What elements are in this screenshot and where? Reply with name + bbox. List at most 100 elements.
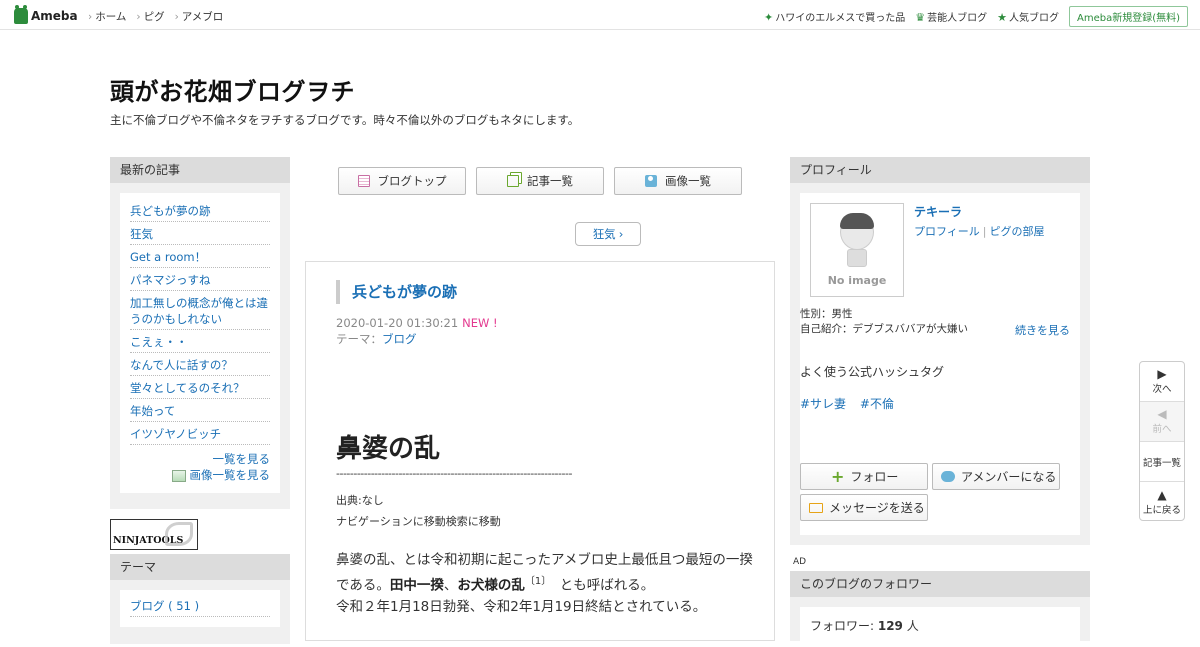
follow-button[interactable]: + フォロー — [800, 463, 928, 490]
top-bar: Ameba ホーム ピグ アメブロ ✦ハワイのエルメスで買った品 ♛芸能人ブログ… — [0, 0, 1200, 30]
article-link[interactable]: パネマジっすね — [130, 273, 211, 287]
next-article-button[interactable]: 狂気 › — [575, 222, 641, 246]
article: 兵どもが夢の跡 2020-01-20 01:30:21 NEW ! テーマ：ブログ… — [305, 261, 775, 641]
ameba-logo[interactable]: Ameba — [14, 5, 78, 25]
followers-unit: 人 — [902, 619, 919, 633]
article-link[interactable]: 狂気 — [130, 227, 153, 241]
article-list-icon — [507, 175, 519, 187]
followers-box: このブログのフォロワー フォロワー: 129 人 — [790, 571, 1090, 647]
list-item[interactable]: 狂気 — [130, 222, 270, 245]
hashtag-list: #サレ妻 #不倫 — [800, 395, 904, 412]
blog-description: 主に不倫ブログや不倫ネタをヲチするブログです。時々不倫以外のブログもネタにします… — [110, 113, 580, 127]
ameba-mascot-icon — [14, 5, 28, 24]
play-left-icon: ◀ — [1157, 407, 1167, 421]
list-item[interactable]: なんで人に話すの？ — [130, 353, 270, 376]
article-link[interactable]: 年始って — [130, 404, 175, 418]
see-images-link[interactable]: 画像一覧を見る — [190, 468, 271, 482]
see-all-link[interactable]: 一覧を見る — [213, 452, 271, 466]
list-item[interactable]: イツゾヤノビッチ — [130, 422, 270, 445]
read-more-link[interactable]: 続きを見る — [1015, 322, 1070, 338]
latest-articles-box: 最新の記事 兵どもが夢の跡 狂気 Get a room！ パネマジっすね 加工無… — [110, 157, 290, 509]
link-divider: | — [982, 225, 987, 238]
pigg-room-link[interactable]: ピグの部屋 — [990, 225, 1045, 238]
article-link[interactable]: なんで人に話すの？ — [130, 358, 233, 372]
link-celebrity-blog[interactable]: ♛ 芸能人ブログ — [915, 9, 987, 24]
prev-button[interactable]: ◀ 前へ — [1140, 402, 1184, 442]
article-meta: 2020-01-20 01:30:21 NEW ! テーマ：ブログ — [336, 315, 498, 347]
article-theme-link[interactable]: ブログ — [382, 332, 417, 346]
leaf-icon: ✦ — [764, 11, 774, 24]
list-item[interactable]: 兵どもが夢の跡 — [130, 199, 270, 222]
blog-top-button[interactable]: ブログトップ — [338, 167, 466, 195]
ninjatools-banner[interactable]: NINJATOOLS — [110, 519, 198, 550]
play-right-icon: ▶ — [1157, 367, 1167, 381]
latest-articles-heading: 最新の記事 — [110, 157, 290, 183]
article-source: 出典:なし — [336, 494, 384, 507]
theme-link[interactable]: ブログ ( 51 ) — [130, 599, 199, 613]
nav-home[interactable]: ホーム — [88, 9, 126, 24]
link-popular-blog-label: 人気ブログ — [1008, 13, 1059, 24]
profile-link[interactable]: プロフィール — [914, 225, 980, 238]
follow-label: フォロー — [850, 470, 899, 484]
avatar[interactable]: No image — [810, 203, 904, 297]
article-link[interactable]: 堂々としてるのそれ？ — [130, 381, 245, 395]
back-to-top-button[interactable]: ▲ 上に戻る — [1140, 482, 1184, 522]
article-separator: ----------------------------------------… — [336, 467, 572, 480]
nav-ameblo[interactable]: アメブロ — [175, 9, 223, 24]
link-popular-blog[interactable]: ★ 人気ブログ — [997, 9, 1059, 24]
blog-title[interactable]: 頭がお花畑ブログヲチ — [110, 72, 355, 107]
list-item[interactable]: 堂々としてるのそれ？ — [130, 376, 270, 399]
image-list-button[interactable]: 画像一覧 — [614, 167, 742, 195]
article-list-float-button[interactable]: 記事一覧 — [1140, 442, 1184, 482]
prev-label: 前へ — [1152, 424, 1172, 435]
body-text-4: 令和２年1月18日勃発、令和2年1月19日終結とされている。 — [336, 598, 707, 615]
list-item[interactable]: こえぇ・・ — [130, 330, 270, 353]
camera-icon — [645, 175, 657, 187]
article-list-label: 記事一覧 — [527, 174, 573, 188]
next-article-label: 狂気 — [592, 227, 616, 241]
list-item[interactable]: Get a room！ — [130, 245, 270, 268]
body-text-2: 、 — [443, 577, 458, 594]
register-button[interactable]: Ameba新規登録(無料) — [1068, 6, 1188, 27]
logo-text: Ameba — [31, 9, 78, 23]
profile-name[interactable]: テキーラ — [914, 203, 962, 220]
next-button[interactable]: ▶ 次へ — [1140, 362, 1184, 402]
article-body: 鼻婆の乱、とは令和初期に起こったアメブロ史上最低且つ最短の一揆である。田中一揆、… — [336, 550, 756, 618]
article-link[interactable]: Get a room！ — [130, 250, 206, 264]
ninja-swirl-icon — [165, 522, 193, 546]
amember-button[interactable]: アメンバーになる — [932, 463, 1060, 490]
blog-nav-buttons: ブログトップ 記事一覧 画像一覧 — [338, 167, 742, 195]
back-to-top-label: 上に戻る — [1142, 504, 1181, 516]
star-icon: ★ — [997, 11, 1007, 24]
article-title[interactable]: 兵どもが夢の跡 — [336, 280, 457, 304]
chevron-right-icon: › — [618, 227, 624, 241]
footnote-ref[interactable]: 〔1〕 — [525, 576, 546, 587]
list-item[interactable]: パネマジっすね — [130, 268, 270, 291]
image-list-icon — [171, 469, 186, 482]
followers-heading: このブログのフォロワー — [790, 571, 1090, 597]
side-links: 一覧を見る 画像一覧を見る — [130, 451, 270, 483]
article-link[interactable]: 兵どもが夢の跡 — [130, 204, 211, 218]
article-link[interactable]: 加工無しの概念が俺とは違うのかもしれない — [130, 296, 268, 326]
article-list-button[interactable]: 記事一覧 — [476, 167, 604, 195]
followers-count[interactable]: 129 — [878, 619, 903, 633]
list-item[interactable]: 加工無しの概念が俺とは違うのかもしれない — [130, 291, 270, 330]
send-message-button[interactable]: メッセージを送る — [800, 494, 928, 521]
hashtag-link[interactable]: #不倫 — [860, 397, 894, 411]
theme-heading: テーマ — [110, 554, 290, 580]
link-hawaii-hermes-label: ハワイのエルメスで買った品 — [775, 13, 906, 24]
followers-inner: フォロワー: 129 人 — [800, 607, 1080, 647]
nav-pigg[interactable]: ピグ — [136, 9, 165, 24]
link-hawaii-hermes[interactable]: ✦ ハワイのエルメスで買った品 — [764, 9, 905, 24]
profile-inner: No image テキーラ プロフィール | ピグの部屋 性別：男性 自己紹介：デブ… — [800, 193, 1080, 535]
floating-nav: ▶ 次へ ◀ 前へ 記事一覧 ▲ 上に戻る — [1139, 361, 1185, 521]
theme-list: ブログ ( 51 ) — [130, 594, 270, 617]
article-link[interactable]: こえぇ・・ — [130, 335, 188, 349]
article-link[interactable]: イツゾヤノビッチ — [130, 427, 221, 441]
list-item[interactable]: ブログ ( 51 ) — [130, 594, 270, 617]
avatar-body-icon — [847, 249, 867, 267]
list-item[interactable]: 年始って — [130, 399, 270, 422]
body-bold-2: お犬様の乱 — [457, 577, 525, 594]
hashtag-link[interactable]: #サレ妻 — [800, 397, 846, 411]
top-nav: ホーム ピグ アメブロ — [88, 9, 223, 24]
